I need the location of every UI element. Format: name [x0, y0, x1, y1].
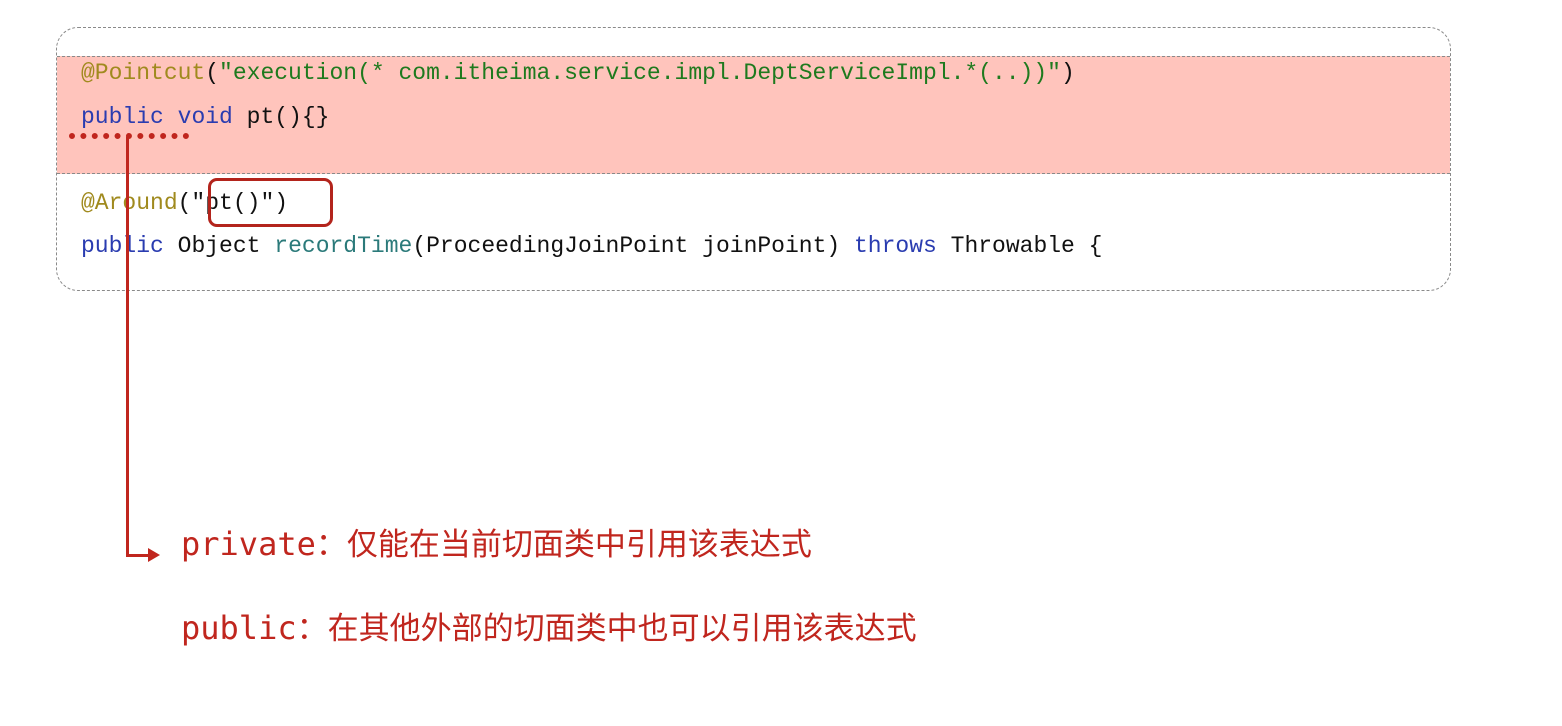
throws-keyword: throws: [854, 233, 937, 259]
record-time-method-name: recordTime: [274, 233, 413, 259]
code-snippet-box: @Pointcut("execution(* com.itheima.servi…: [56, 27, 1451, 291]
callout-connector-horizontal: [126, 554, 150, 557]
code-line-record-time: public Object recordTime(ProceedingJoinP…: [81, 231, 1102, 261]
pt-reference-callout-box: [208, 178, 333, 227]
paren-close: ): [1060, 60, 1075, 86]
arrow-right-icon: [148, 548, 160, 562]
exception-type: Throwable {: [950, 233, 1103, 259]
note-description: 仅能在当前切面类中引用该表达式: [346, 527, 812, 563]
note-separator: ：: [296, 611, 328, 647]
note-modifier: public: [181, 609, 297, 647]
around-annotation: @Around: [81, 190, 178, 216]
paren-open: (: [205, 60, 220, 86]
method-parameters: (ProceedingJoinPoint joinPoint): [412, 233, 841, 259]
public-modifier-underline: [69, 133, 189, 139]
note-separator: ：: [315, 527, 347, 563]
return-type: Object: [177, 233, 261, 259]
note-description: 在其他外部的切面类中也可以引用该表达式: [327, 611, 917, 647]
code-line-pt-method: public void pt(){}: [81, 102, 330, 132]
note-public-modifier: public：在其他外部的切面类中也可以引用该表达式: [181, 608, 917, 649]
note-modifier: private: [181, 525, 316, 563]
void-keyword: void: [177, 104, 233, 130]
execution-expression-string: "execution(* com.itheima.service.impl.De…: [219, 60, 1061, 86]
code-line-pointcut: @Pointcut("execution(* com.itheima.servi…: [81, 58, 1075, 88]
callout-connector-vertical: [126, 137, 129, 557]
public-keyword: public: [81, 233, 164, 259]
pointcut-annotation: @Pointcut: [81, 60, 206, 86]
pt-method-signature: pt(){}: [246, 104, 330, 130]
public-keyword: public: [81, 104, 164, 130]
note-private-modifier: private：仅能在当前切面类中引用该表达式: [181, 524, 812, 565]
